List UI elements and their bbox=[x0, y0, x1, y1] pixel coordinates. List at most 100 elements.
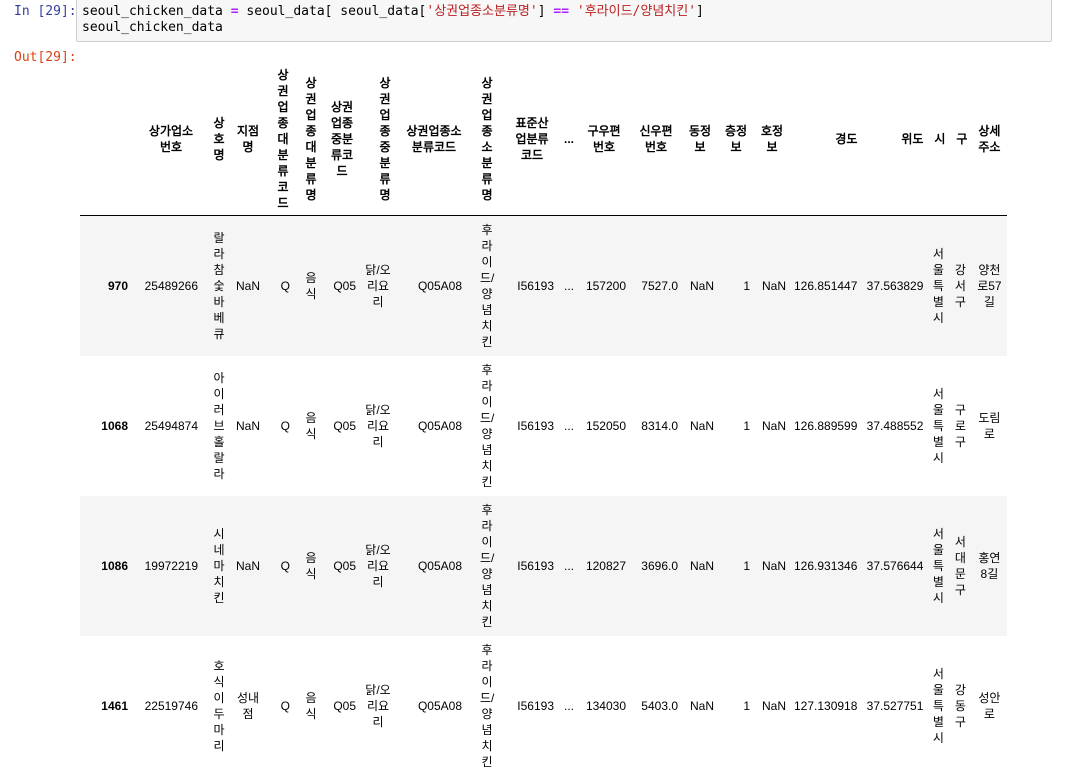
code-line-1: seoul_chicken_data = seoul_data[ seoul_d… bbox=[82, 4, 1046, 20]
new-zip-cell: 5403.0 bbox=[641, 698, 678, 713]
latitude-cell: 37.563829 bbox=[866, 278, 924, 293]
row-index: 1068 bbox=[101, 418, 128, 433]
code-string: '후라이드/양념치킨' bbox=[576, 4, 697, 19]
code-cell[interactable]: seoul_chicken_data = seoul_data[ seoul_d… bbox=[76, 0, 1052, 42]
col-header-dong: 동정보 bbox=[682, 62, 718, 216]
scls-code-cell: Q05A08 bbox=[417, 558, 462, 573]
ho-cell: NaN bbox=[761, 278, 786, 293]
mcls-name-cell: 닭/오리요리 bbox=[365, 262, 391, 309]
mcls-name-cell: 닭/오리요리 bbox=[365, 542, 391, 589]
scls-code-cell: Q05A08 bbox=[417, 278, 462, 293]
branch-cell: NaN bbox=[235, 558, 260, 573]
scls-name-cell: 후라이드/양념치킨 bbox=[480, 222, 495, 349]
dataframe-table: 상가업소번호 상호명 지점명 상권업종대분류코드 상권업종대분류명 상권업종중분… bbox=[80, 62, 1008, 776]
col-header-index bbox=[80, 62, 132, 216]
code-token: ] bbox=[537, 4, 554, 19]
table-row: 1461 22519746 호식이두마리 성내점 Q 음식 Q05 닭/오리요리 Q05A08 후… bbox=[80, 636, 1007, 776]
col-header-mcls-name: 상권업종중분류명 bbox=[360, 62, 396, 216]
address-cell: 도림로 bbox=[978, 410, 1001, 441]
name-cell: 랄라참숯바베큐 bbox=[213, 230, 225, 341]
old-zip-cell: 134030 bbox=[585, 698, 626, 713]
col-header-new-zip: 신우편번호 bbox=[630, 62, 682, 216]
city-cell: 서울특별시 bbox=[932, 386, 944, 465]
col-header-ellipsis: ... bbox=[558, 62, 578, 216]
row-index: 1086 bbox=[101, 558, 128, 573]
ellipsis-cell: ... bbox=[563, 278, 574, 293]
code-token: seoul_data[ seoul_data[ bbox=[238, 4, 427, 19]
std-code-cell: I56193 bbox=[517, 698, 554, 713]
ho-cell: NaN bbox=[761, 558, 786, 573]
col-header-city: 시 bbox=[927, 62, 950, 216]
store-id-cell: 25494874 bbox=[144, 418, 198, 433]
lcls-name-cell: 음식 bbox=[305, 410, 317, 441]
branch-cell: NaN bbox=[235, 278, 260, 293]
col-header-latitude: 위도 bbox=[861, 62, 928, 216]
floor-cell: 1 bbox=[743, 278, 750, 293]
col-header-old-zip: 구우편번호 bbox=[578, 62, 630, 216]
address-cell: 성안로 bbox=[978, 690, 1001, 721]
longitude-cell: 126.851447 bbox=[794, 278, 858, 293]
col-header-branch: 지점명 bbox=[230, 62, 266, 216]
scls-name-cell: 후라이드/양념치킨 bbox=[480, 502, 495, 629]
col-header-longitude: 경도 bbox=[790, 62, 862, 216]
old-zip-cell: 120827 bbox=[585, 558, 626, 573]
scls-code-cell: Q05A08 bbox=[417, 698, 462, 713]
code-token: ] bbox=[696, 4, 704, 19]
output-prompt: Out[29]: bbox=[14, 50, 77, 65]
district-cell: 강서구 bbox=[954, 262, 966, 309]
branch-cell: 성내점 bbox=[236, 690, 260, 721]
col-header-scls-code: 상권업종소분류코드 bbox=[396, 62, 466, 216]
header-row: 상가업소번호 상호명 지점명 상권업종대분류코드 상권업종대분류명 상권업종중분… bbox=[80, 62, 1008, 216]
row-index: 970 bbox=[107, 278, 128, 293]
store-id-cell: 25489266 bbox=[144, 278, 198, 293]
dong-cell: NaN bbox=[689, 698, 714, 713]
std-code-cell: I56193 bbox=[517, 278, 554, 293]
dong-cell: NaN bbox=[689, 278, 714, 293]
code-token: seoul_chicken_data bbox=[82, 4, 231, 19]
address-cell: 홍연8길 bbox=[978, 550, 1001, 581]
col-header-lcls-name: 상권업종대분류명 bbox=[294, 62, 322, 216]
ho-cell: NaN bbox=[761, 418, 786, 433]
std-code-cell: I56193 bbox=[517, 558, 554, 573]
scls-name-cell: 후라이드/양념치킨 bbox=[480, 642, 495, 769]
longitude-cell: 126.931346 bbox=[794, 558, 858, 573]
lcls-code-cell: Q bbox=[280, 558, 290, 573]
ellipsis-cell: ... bbox=[563, 698, 574, 713]
city-cell: 서울특별시 bbox=[932, 246, 944, 325]
ellipsis-cell: ... bbox=[563, 418, 574, 433]
table-row: 1086 19972219 시네마치킨 NaN Q 음식 Q05 닭/오리요리 Q05A08 후라… bbox=[80, 495, 1008, 636]
new-zip-cell: 8314.0 bbox=[641, 418, 678, 433]
code-operator: = bbox=[230, 4, 239, 19]
table-row: 970 25489266 랄라참숯바베큐 NaN Q 음식 Q05 닭/오리요리 Q05A08 후… bbox=[80, 215, 1008, 356]
code-string: '상권업종소분류명' bbox=[426, 4, 538, 19]
lcls-name-cell: 음식 bbox=[305, 690, 317, 721]
dong-cell: NaN bbox=[689, 558, 714, 573]
code-operator: == bbox=[553, 4, 570, 19]
code-line-2: seoul_chicken_data bbox=[82, 20, 223, 35]
col-header-scls-name: 상권업종소분류명 bbox=[466, 62, 498, 216]
col-header-name: 상호명 bbox=[202, 62, 230, 216]
mcls-code-cell: Q05 bbox=[333, 418, 356, 433]
name-cell: 시네마치킨 bbox=[213, 526, 225, 605]
lcls-code-cell: Q bbox=[280, 698, 290, 713]
lcls-code-cell: Q bbox=[280, 418, 290, 433]
old-zip-cell: 157200 bbox=[585, 278, 626, 293]
scls-code-cell: Q05A08 bbox=[417, 418, 462, 433]
col-header-ho: 호정보 bbox=[754, 62, 790, 216]
ellipsis-cell: ... bbox=[563, 558, 574, 573]
scls-name-cell: 후라이드/양념치킨 bbox=[480, 362, 495, 489]
latitude-cell: 37.527751 bbox=[866, 698, 924, 713]
row-index: 1461 bbox=[101, 698, 128, 713]
table-row: 1068 25494874 아이러브홀랄라 NaN Q 음식 Q05 닭/오리요리 Q05A08… bbox=[80, 356, 1007, 496]
store-id-cell: 19972219 bbox=[144, 558, 198, 573]
lcls-name-cell: 음식 bbox=[305, 550, 317, 581]
district-cell: 강동구 bbox=[954, 682, 966, 729]
latitude-cell: 37.576644 bbox=[866, 558, 924, 573]
std-code-cell: I56193 bbox=[517, 418, 554, 433]
branch-cell: NaN bbox=[235, 418, 260, 433]
city-cell: 서울특별시 bbox=[932, 526, 944, 605]
mcls-name-cell: 닭/오리요리 bbox=[365, 682, 391, 729]
mcls-code-cell: Q05 bbox=[333, 558, 356, 573]
dong-cell: NaN bbox=[689, 418, 714, 433]
floor-cell: 1 bbox=[743, 418, 750, 433]
